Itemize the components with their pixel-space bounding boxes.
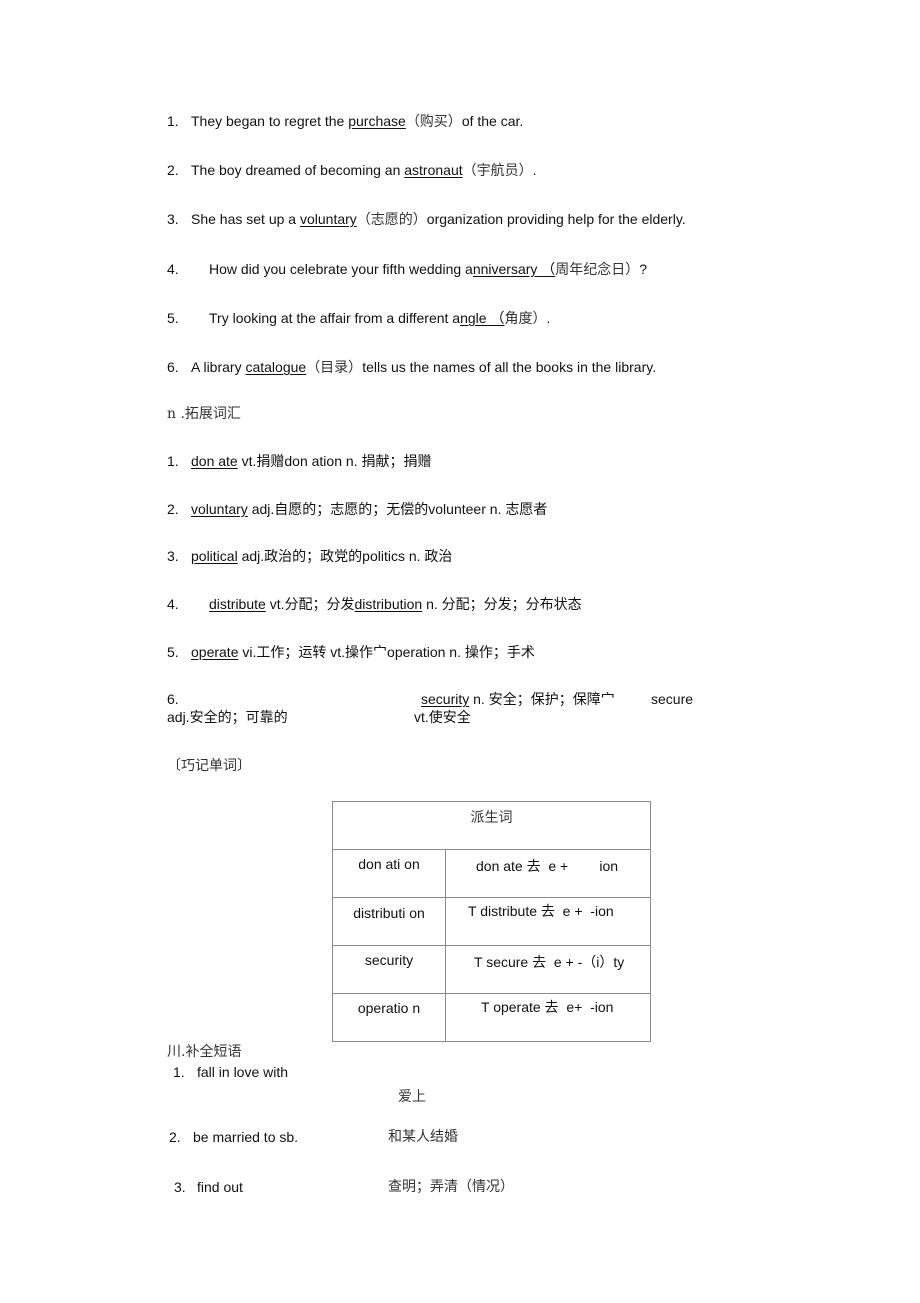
derivation-rule: don ate 去 e + ion bbox=[476, 858, 619, 874]
phrase-3-meaning: 查明；弄清（情况） bbox=[388, 1179, 514, 1195]
phrase-en: find out bbox=[197, 1179, 243, 1195]
vocab-item-5: 5. operate vi.工作；运转 vt.操作宀operation n. 操作… bbox=[167, 644, 535, 660]
table-row: operatio n T operate 去 e+ -ion bbox=[332, 993, 651, 1042]
key-word: astronaut bbox=[404, 162, 463, 178]
vocab-word-derived: distribution bbox=[354, 596, 423, 612]
phrase-2-meaning: 和某人结婚 bbox=[388, 1129, 458, 1145]
table-row: security T secure 去 e + -（i）ty bbox=[332, 945, 651, 994]
derived-word: operatio n bbox=[357, 1000, 421, 1016]
table-header-row: 派生词 bbox=[332, 801, 651, 850]
sentence-5: 5. Try looking at the affair from a diffe… bbox=[167, 310, 551, 327]
derivation-rule: T operate 去 e+ -ion bbox=[481, 999, 614, 1015]
phrase-1: 1. fall in love with bbox=[173, 1064, 289, 1080]
vocab-word: voluntary bbox=[191, 501, 248, 517]
table-row: distributi on T distribute 去 e + -ion bbox=[332, 897, 651, 946]
vocab-item-6-adj: adj.安全的；可靠的 bbox=[167, 709, 288, 725]
derived-word: security bbox=[364, 952, 414, 968]
key-word: purchase bbox=[348, 113, 406, 129]
sentence-4: 4. How did you celebrate your fifth weddi… bbox=[167, 261, 648, 278]
phrase-3: 3. find out bbox=[174, 1179, 243, 1195]
derived-word: distributi on bbox=[353, 905, 425, 921]
derivation-rule: T distribute 去 e + -ion bbox=[468, 903, 614, 919]
key-word: catalogue bbox=[245, 359, 307, 375]
vocab-item-2: 2. voluntary adj.自愿的；志愿的；无偿的volunteer n. … bbox=[167, 501, 548, 517]
key-word: voluntary bbox=[299, 211, 357, 227]
derived-word: don ati on bbox=[358, 856, 420, 872]
phrase-en: fall in love with bbox=[197, 1064, 289, 1080]
memory-tip-heading: 〔巧记单词〕 bbox=[167, 758, 251, 774]
key-word: ngle （ bbox=[460, 310, 505, 326]
table-row: don ati on don ate 去 e + ion bbox=[332, 849, 651, 898]
vocab-word: security bbox=[421, 691, 470, 707]
vocab-item-6-vt: vt.使安全 bbox=[414, 709, 471, 725]
derivation-table: 派生词 don ati on don ate 去 e + ion distrib… bbox=[332, 801, 651, 1042]
table-header: 派生词 bbox=[470, 810, 513, 826]
vocab-item-6-secure: secure bbox=[651, 691, 694, 707]
vocab-item-3: 3. political adj.政治的；政党的politics n. 政治 bbox=[167, 548, 453, 564]
vocab-word: don ate bbox=[191, 453, 238, 469]
sentence-2: 2. The boy dreamed of becoming an astrona… bbox=[167, 162, 537, 179]
phrase-1-meaning: 爱上 bbox=[398, 1089, 426, 1105]
section-3-heading: 川.补全短语 bbox=[167, 1044, 242, 1060]
vocab-item-4: 4. distribute vt.分配；分发distribution n. 分配；… bbox=[167, 596, 582, 612]
section-2-heading: n .拓展词汇 bbox=[167, 406, 241, 422]
vocab-item-1: 1. don ate vt.捐赠don ation n. 捐献；捐赠 bbox=[167, 453, 432, 469]
derivation-rule: T secure 去 e + -（i）ty bbox=[474, 954, 625, 970]
phrase-2: 2. be married to sb. bbox=[169, 1129, 299, 1145]
vocab-word: distribute bbox=[209, 596, 266, 612]
key-word: nniversary （ bbox=[472, 261, 556, 277]
vocab-word: operate bbox=[191, 644, 239, 660]
phrase-en: be married to sb. bbox=[193, 1129, 299, 1145]
sentence-1: 1. They began to regret the purchase（购买）o… bbox=[167, 113, 524, 130]
vocab-word: political bbox=[191, 548, 238, 564]
vocab-item-6-number: 6. bbox=[167, 691, 179, 707]
sentence-6: 6. A library catalogue（目录）tells us the na… bbox=[167, 359, 657, 376]
vocab-item-6: security n. 安全；保护；保障宀 bbox=[421, 691, 615, 707]
sentence-3: 3. She has set up a voluntary（志愿的）organiz… bbox=[167, 211, 686, 228]
